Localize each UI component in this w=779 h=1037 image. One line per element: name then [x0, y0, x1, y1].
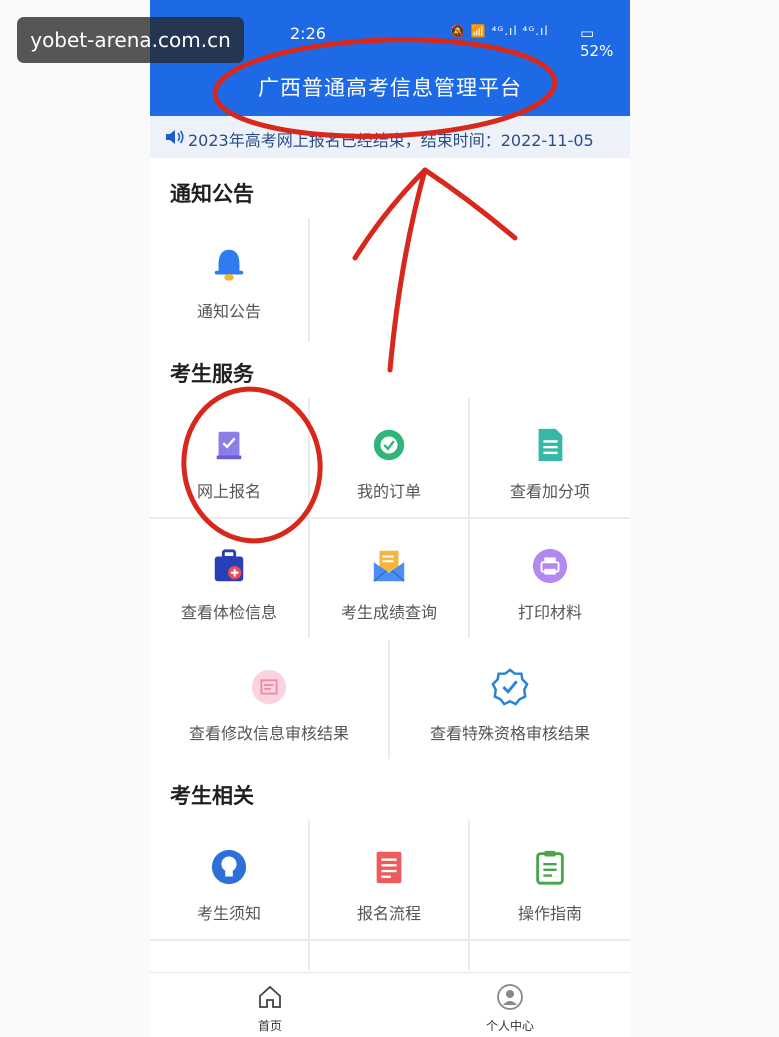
bell-icon: [214, 249, 244, 281]
battery-indicator: ▭ 52%: [580, 24, 630, 60]
section-title-services: 考生服务: [170, 362, 254, 386]
services-grid-top: 网上报名 我的订单 查看加分项 查看体检信息 考生成绩查询 打印材料: [150, 398, 630, 638]
status-time: 2:26: [290, 24, 326, 43]
section-title-related: 考生相关: [170, 784, 254, 808]
tab-user-center[interactable]: 个人中心: [450, 973, 570, 1037]
menu-item-label: 操作指南: [517, 904, 582, 923]
menu-item-label: 查看加分项: [509, 482, 590, 501]
menu-item-bonus-points[interactable]: 查看加分项: [470, 398, 630, 517]
notice-text: 2023年高考网上报名已经结束，结束时间：2022-11-05: [188, 131, 594, 150]
watermark: yobet-arena.com.cn: [17, 17, 244, 63]
menu-item-physical-exam[interactable]: 查看体检信息: [150, 519, 308, 638]
score-envelope-icon: [373, 550, 405, 582]
bottom-tab-bar: 首页 个人中心: [150, 972, 630, 1037]
menu-item-label: 查看修改信息审核结果: [188, 724, 349, 743]
notices-grid: 通知公告: [150, 218, 630, 342]
battery-percent: 52%: [580, 42, 614, 60]
menu-item-special-qualification[interactable]: 查看特殊资格审核结果: [390, 640, 630, 759]
menu-item-label: 通知公告: [196, 302, 261, 321]
home-icon: [259, 985, 281, 1008]
tab-home[interactable]: 首页: [210, 973, 330, 1037]
services-grid-bottom: 查看修改信息审核结果 查看特殊资格审核结果: [150, 640, 630, 759]
lightbulb-icon: [211, 849, 247, 885]
menu-item-print-materials[interactable]: 打印材料: [470, 519, 630, 638]
mute-icon: 🔕: [450, 24, 466, 38]
phone-screen: 2:26 🔕 📶 ⁴ᴳ.ıl ⁴ᴳ.ıl ▭ 52% 广西普通高考信息管理平台 …: [150, 0, 630, 1037]
menu-item-label: 考生成绩查询: [340, 603, 437, 622]
empty-cell: [310, 941, 468, 970]
menu-item-registration-process[interactable]: 报名流程: [310, 820, 468, 939]
menu-item-label: 网上报名: [196, 482, 261, 501]
menu-item-online-registration[interactable]: 网上报名: [150, 398, 308, 517]
speaker-icon: [166, 130, 184, 144]
process-document-icon: [376, 851, 402, 884]
menu-item-notices[interactable]: 通知公告: [150, 218, 308, 342]
menu-item-label: 报名流程: [356, 904, 421, 923]
document-list-icon: [538, 428, 563, 462]
menu-item-label: 考生须知: [196, 904, 261, 923]
tab-label: 首页: [257, 1019, 282, 1033]
menu-item-edit-review[interactable]: 查看修改信息审核结果: [150, 640, 388, 759]
signal-text: ⁴ᴳ.ıl ⁴ᴳ.ıl: [491, 24, 549, 38]
app-title: 广西普通高考信息管理平台: [258, 76, 522, 100]
notice-marquee[interactable]: 2023年高考网上报名已经结束，结束时间：2022-11-05: [150, 116, 630, 158]
tab-label: 个人中心: [485, 1019, 534, 1033]
section-title-notices: 通知公告: [170, 182, 254, 206]
page-background-left: [0, 0, 150, 1037]
user-center-icon: [497, 984, 523, 1010]
edit-review-icon: [251, 669, 287, 705]
related-grid: 考生须知 报名流程 操作指南: [150, 820, 630, 970]
page-background-right: [630, 0, 779, 1037]
status-icons: 🔕 📶 ⁴ᴳ.ıl ⁴ᴳ.ıl: [450, 24, 549, 38]
medical-kit-icon: [214, 549, 244, 582]
registration-book-icon: [216, 431, 242, 460]
verified-badge-icon: [491, 668, 529, 706]
guide-clipboard-icon: [536, 850, 564, 885]
menu-item-operation-guide[interactable]: 操作指南: [470, 820, 630, 939]
order-check-icon: [373, 429, 405, 461]
empty-cell: [150, 941, 308, 970]
menu-item-label: 我的订单: [356, 482, 421, 501]
empty-cell: [470, 941, 630, 970]
battery-icon: ▭: [580, 24, 595, 42]
menu-item-my-orders[interactable]: 我的订单: [310, 398, 468, 517]
menu-item-score-query[interactable]: 考生成绩查询: [310, 519, 468, 638]
menu-item-label: 查看体检信息: [180, 603, 277, 622]
wifi-icon: 📶: [470, 24, 487, 38]
menu-item-label: 打印材料: [517, 603, 582, 622]
empty-cell: [310, 218, 630, 342]
menu-item-candidate-notice[interactable]: 考生须知: [150, 820, 308, 939]
printer-icon: [532, 548, 568, 584]
menu-item-label: 查看特殊资格审核结果: [429, 724, 590, 743]
